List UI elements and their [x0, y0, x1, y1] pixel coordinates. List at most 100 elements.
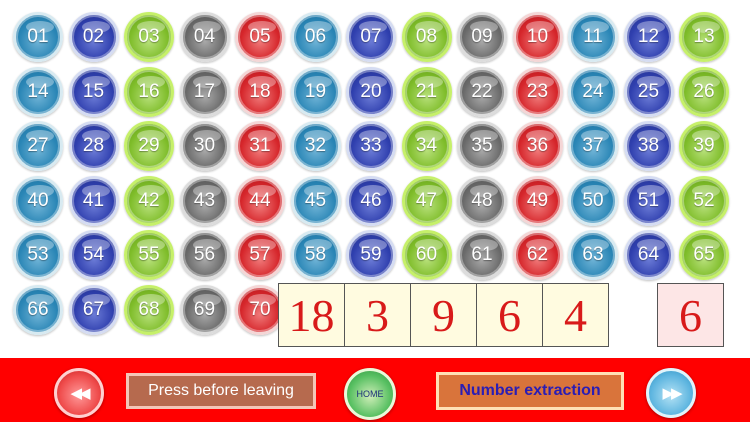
- number-ball-label: 55: [138, 244, 160, 265]
- number-ball-56[interactable]: 56: [179, 230, 230, 280]
- number-ball-69[interactable]: 69: [179, 284, 230, 335]
- number-ball-31[interactable]: 31: [235, 121, 285, 171]
- number-ball-47[interactable]: 47: [401, 175, 452, 226]
- number-ball-label: 19: [304, 80, 327, 102]
- press-before-leaving-button[interactable]: Press before leaving: [126, 373, 316, 409]
- number-ball-label: 57: [249, 244, 271, 265]
- number-ball-label: 10: [526, 26, 549, 47]
- number-ball-08[interactable]: 08: [401, 12, 452, 62]
- number-ball-16[interactable]: 16: [124, 66, 174, 117]
- number-ball-10[interactable]: 10: [512, 12, 563, 62]
- number-ball-11[interactable]: 11: [568, 12, 618, 62]
- number-ball-52[interactable]: 52: [679, 175, 729, 226]
- number-ball-48[interactable]: 48: [457, 175, 507, 226]
- number-ball-25[interactable]: 25: [623, 66, 674, 117]
- number-ball-64[interactable]: 64: [623, 230, 674, 280]
- number-ball-57[interactable]: 57: [235, 230, 285, 280]
- number-ball-53[interactable]: 53: [13, 230, 63, 280]
- number-ball-label: 16: [138, 80, 160, 102]
- number-ball-37[interactable]: 37: [568, 121, 618, 171]
- number-ball-14[interactable]: 14: [13, 66, 63, 117]
- number-ball-label: 68: [138, 298, 160, 320]
- number-ball-label: 01: [27, 26, 49, 47]
- number-ball-33[interactable]: 33: [346, 121, 396, 171]
- number-ball-label: 27: [27, 135, 49, 156]
- number-ball-49[interactable]: 49: [512, 175, 563, 226]
- number-ball-12[interactable]: 12: [623, 12, 674, 62]
- number-ball-03[interactable]: 03: [124, 12, 174, 62]
- number-ball-label: 21: [415, 80, 438, 102]
- number-ball-36[interactable]: 36: [512, 121, 563, 171]
- number-ball-06[interactable]: 06: [290, 12, 341, 62]
- number-ball-label: 29: [138, 135, 160, 156]
- number-ball-59[interactable]: 59: [346, 230, 396, 280]
- number-ball-13[interactable]: 13: [679, 12, 729, 62]
- drawn-number-4: 6: [476, 283, 543, 347]
- number-ball-54[interactable]: 54: [68, 230, 119, 280]
- number-ball-label: 15: [82, 80, 105, 102]
- number-ball-02[interactable]: 02: [68, 12, 119, 62]
- number-ball-07[interactable]: 07: [346, 12, 396, 62]
- number-ball-60[interactable]: 60: [401, 230, 452, 280]
- number-extraction-button[interactable]: Number extraction: [436, 372, 624, 410]
- number-ball-label: 37: [582, 135, 604, 156]
- number-ball-19[interactable]: 19: [290, 66, 341, 117]
- number-ball-65[interactable]: 65: [679, 230, 729, 280]
- number-ball-label: 54: [82, 244, 105, 265]
- number-ball-29[interactable]: 29: [124, 121, 174, 171]
- number-ball-43[interactable]: 43: [179, 175, 230, 226]
- home-button[interactable]: HOME: [344, 368, 396, 420]
- drawn-numbers-panel: 18 3 9 6 4: [278, 283, 609, 347]
- number-ball-label: 06: [304, 26, 327, 47]
- number-ball-label: 28: [82, 135, 105, 156]
- number-ball-05[interactable]: 05: [235, 12, 285, 62]
- number-ball-46[interactable]: 46: [346, 175, 396, 226]
- number-ball-50[interactable]: 50: [568, 175, 618, 226]
- number-ball-51[interactable]: 51: [623, 175, 674, 226]
- number-ball-61[interactable]: 61: [457, 230, 507, 280]
- number-ball-32[interactable]: 32: [290, 121, 341, 171]
- number-ball-09[interactable]: 09: [457, 12, 507, 62]
- number-ball-35[interactable]: 35: [457, 121, 507, 171]
- number-ball-17[interactable]: 17: [179, 66, 230, 117]
- number-ball-01[interactable]: 01: [13, 12, 63, 62]
- number-ball-23[interactable]: 23: [512, 66, 563, 117]
- number-ball-22[interactable]: 22: [457, 66, 507, 117]
- number-ball-30[interactable]: 30: [179, 121, 230, 171]
- previous-button[interactable]: ◀◀: [54, 368, 104, 418]
- number-ball-24[interactable]: 24: [568, 66, 618, 117]
- drawn-number-2: 3: [344, 283, 411, 347]
- number-ball-42[interactable]: 42: [124, 175, 174, 226]
- number-ball-26[interactable]: 26: [679, 66, 729, 117]
- next-button[interactable]: ▶▶: [646, 368, 696, 418]
- number-ball-21[interactable]: 21: [401, 66, 452, 117]
- number-ball-38[interactable]: 38: [623, 121, 674, 171]
- number-ball-label: 02: [82, 26, 105, 47]
- number-ball-label: 40: [27, 189, 49, 211]
- number-ball-label: 63: [582, 244, 604, 265]
- number-ball-label: 66: [27, 298, 49, 320]
- number-ball-20[interactable]: 20: [346, 66, 396, 117]
- number-ball-68[interactable]: 68: [124, 284, 174, 335]
- number-ball-label: 70: [249, 298, 271, 320]
- number-ball-15[interactable]: 15: [68, 66, 119, 117]
- number-ball-44[interactable]: 44: [235, 175, 285, 226]
- number-ball-40[interactable]: 40: [13, 175, 63, 226]
- fast-forward-icon: ▶▶: [662, 385, 682, 402]
- number-ball-18[interactable]: 18: [235, 66, 285, 117]
- number-ball-04[interactable]: 04: [179, 12, 230, 62]
- number-ball-62[interactable]: 62: [512, 230, 563, 280]
- number-ball-label: 59: [360, 244, 382, 265]
- number-ball-34[interactable]: 34: [401, 121, 452, 171]
- number-ball-label: 12: [637, 26, 660, 47]
- number-ball-58[interactable]: 58: [290, 230, 341, 280]
- number-ball-67[interactable]: 67: [68, 284, 119, 335]
- number-ball-63[interactable]: 63: [568, 230, 618, 280]
- number-ball-55[interactable]: 55: [124, 230, 174, 280]
- number-ball-66[interactable]: 66: [13, 284, 63, 335]
- number-ball-39[interactable]: 39: [679, 121, 729, 171]
- number-ball-28[interactable]: 28: [68, 121, 119, 171]
- number-ball-41[interactable]: 41: [68, 175, 119, 226]
- number-ball-27[interactable]: 27: [13, 121, 63, 171]
- number-ball-45[interactable]: 45: [290, 175, 341, 226]
